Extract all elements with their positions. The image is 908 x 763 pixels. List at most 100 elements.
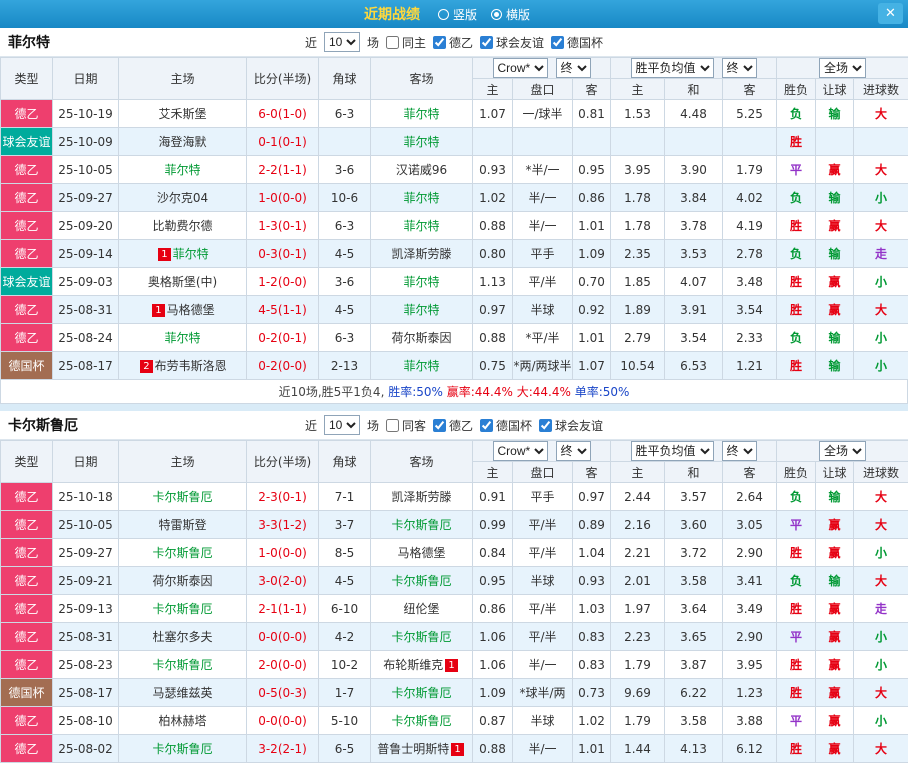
- table-row: 德乙25-08-10柏林赫塔0-0(0-0)5-10卡尔斯鲁厄0.87半球1.0…: [1, 707, 908, 735]
- result-goals: 大: [854, 212, 908, 240]
- league-type-badge: 德乙: [1, 623, 53, 651]
- mean-select[interactable]: 胜平负均值: [631, 58, 714, 78]
- handicap-line: [513, 128, 573, 156]
- away-team: 菲尔特: [371, 212, 473, 240]
- handicap-home-odds: 0.86: [473, 595, 513, 623]
- handicap-line: 平/半: [513, 595, 573, 623]
- filter-checkbox-1[interactable]: 德乙: [433, 417, 473, 434]
- table-row: 德乙25-10-19艾禾斯堡6-0(1-0)6-3菲尔特1.07一/球半0.81…: [1, 100, 908, 128]
- handicap-away-odds: 0.81: [573, 100, 611, 128]
- checkbox-label: 德国杯: [496, 417, 532, 434]
- odds-final-select[interactable]: 终: [556, 58, 591, 78]
- away-team: 凯泽斯劳滕: [371, 483, 473, 511]
- home-team: 柏林赫塔: [119, 707, 247, 735]
- match-date: 25-09-03: [53, 268, 119, 296]
- filter-checkbox-0[interactable]: 同主: [386, 34, 426, 51]
- checkbox-input[interactable]: [539, 419, 552, 432]
- mean-draw-odds: 3.87: [665, 651, 723, 679]
- handicap-away-odds: 0.83: [573, 623, 611, 651]
- filter-checkbox-1[interactable]: 德乙: [433, 34, 473, 51]
- layout-horizontal-radio[interactable]: 横版: [491, 6, 530, 23]
- result-header-group: 全场: [777, 441, 908, 462]
- home-team: 卡尔斯鲁厄: [119, 735, 247, 763]
- odds-source-select[interactable]: Crow*: [493, 441, 548, 461]
- checkbox-input[interactable]: [480, 419, 493, 432]
- checkbox-input[interactable]: [551, 36, 564, 49]
- league-type-badge: 德乙: [1, 240, 53, 268]
- result-outcome: 胜: [777, 539, 816, 567]
- home-team-name: 布劳韦斯洛恩: [155, 359, 227, 373]
- handicap-line: 半球: [513, 296, 573, 324]
- corner-count: 3-7: [319, 511, 371, 539]
- score: 3-0(2-0): [247, 567, 319, 595]
- home-team-name: 杜塞尔多夫: [152, 630, 212, 644]
- layout-vertical-radio[interactable]: 竖版: [438, 6, 477, 23]
- games-count-select[interactable]: 10: [324, 415, 360, 435]
- mean-away-odds: 3.48: [723, 268, 777, 296]
- games-count-select[interactable]: 10: [324, 32, 360, 52]
- away-team-name: 马格德堡: [397, 546, 445, 560]
- filter-checkbox-3[interactable]: 德国杯: [551, 34, 603, 51]
- near-label: 近: [305, 34, 317, 51]
- scope-select[interactable]: 全场: [819, 58, 866, 78]
- away-team-name: 卡尔斯鲁厄: [391, 714, 451, 728]
- result-handicap: 赢: [816, 679, 854, 707]
- mean-draw-odds: 3.53: [665, 240, 723, 268]
- checkbox-label: 德乙: [449, 34, 473, 51]
- checkbox-input[interactable]: [480, 36, 493, 49]
- checkbox-input[interactable]: [386, 36, 399, 49]
- mean-select[interactable]: 胜平负均值: [631, 441, 714, 461]
- table-row: 德乙25-08-31杜塞尔多夫0-0(0-0)4-2卡尔斯鲁厄1.06平/半0.…: [1, 623, 908, 651]
- column-subheader: 进球数: [854, 462, 908, 483]
- filter-checkbox-3[interactable]: 球会友谊: [539, 417, 603, 434]
- result-outcome: 胜: [777, 651, 816, 679]
- table-row: 德乙25-09-21荷尔斯泰因3-0(2-0)4-5卡尔斯鲁厄0.95半球0.9…: [1, 567, 908, 595]
- home-team-name: 卡尔斯鲁厄: [152, 742, 212, 756]
- handicap-home-odds: 0.97: [473, 296, 513, 324]
- score: 0-3(0-1): [247, 240, 319, 268]
- odds-source-select[interactable]: Crow*: [493, 58, 548, 78]
- result-outcome: 负: [777, 184, 816, 212]
- handicap-home-odds: 0.80: [473, 240, 513, 268]
- handicap-line: 平/半: [513, 623, 573, 651]
- home-team-name: 卡尔斯鲁厄: [152, 490, 212, 504]
- handicap-home-odds: [473, 128, 513, 156]
- score: 4-5(1-1): [247, 296, 319, 324]
- mean-home-odds: 2.44: [611, 483, 665, 511]
- mean-away-odds: 3.54: [723, 296, 777, 324]
- home-team-name: 海登海默: [158, 135, 206, 149]
- corner-count: 4-2: [319, 623, 371, 651]
- result-handicap: 输: [816, 100, 854, 128]
- match-date: 25-09-27: [53, 539, 119, 567]
- filter-checkbox-2[interactable]: 德国杯: [480, 417, 532, 434]
- close-icon[interactable]: ✕: [878, 3, 903, 24]
- home-team-name: 卡尔斯鲁厄: [152, 658, 212, 672]
- away-team: 卡尔斯鲁厄: [371, 567, 473, 595]
- checkbox-input[interactable]: [433, 36, 446, 49]
- filter-checkbox-0[interactable]: 同客: [386, 417, 426, 434]
- result-handicap: 输: [816, 240, 854, 268]
- mean-final-select[interactable]: 终: [722, 58, 757, 78]
- filter-checkbox-2[interactable]: 球会友谊: [480, 34, 544, 51]
- scope-select[interactable]: 全场: [819, 441, 866, 461]
- home-team-name: 奥格斯堡(中): [148, 275, 217, 289]
- mean-final-select[interactable]: 终: [722, 441, 757, 461]
- result-outcome: 胜: [777, 679, 816, 707]
- checkbox-input[interactable]: [386, 419, 399, 432]
- odds-final-select[interactable]: 终: [556, 441, 591, 461]
- table-row: 德乙25-09-27卡尔斯鲁厄1-0(0-0)8-5马格德堡0.84平/半1.0…: [1, 539, 908, 567]
- handicap-home-odds: 0.93: [473, 156, 513, 184]
- away-team: 马格德堡: [371, 539, 473, 567]
- result-goals: 小: [854, 623, 908, 651]
- handicap-away-odds: 0.73: [573, 679, 611, 707]
- mean-header-group: 胜平负均值终: [611, 58, 777, 79]
- result-handicap: 赢: [816, 539, 854, 567]
- handicap-home-odds: 1.02: [473, 184, 513, 212]
- games-suffix-label: 场: [367, 417, 379, 434]
- score: 2-3(0-1): [247, 483, 319, 511]
- checkbox-input[interactable]: [433, 419, 446, 432]
- mean-away-odds: 1.79: [723, 156, 777, 184]
- mean-draw-odds: 3.64: [665, 595, 723, 623]
- table-row: 德国杯25-08-17马瑟维兹英0-5(0-3)1-7卡尔斯鲁厄1.09*球半/…: [1, 679, 908, 707]
- games-suffix-label: 场: [367, 34, 379, 51]
